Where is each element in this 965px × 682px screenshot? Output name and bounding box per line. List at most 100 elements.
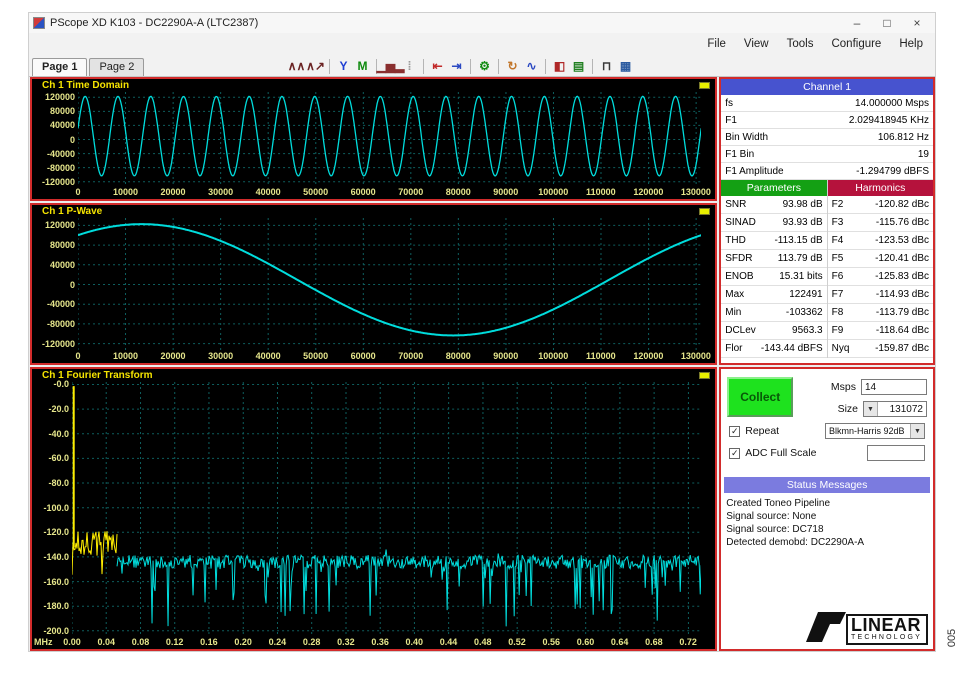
x-tick-label: 60000 xyxy=(350,187,376,197)
figure: PScope XD K103 - DC2290A-A (LTC2387) – □… xyxy=(0,0,965,682)
resync-icon[interactable]: ↻ xyxy=(503,57,522,75)
x-tick-label: 0.00 xyxy=(63,637,81,647)
y-tick-label: -180.0 xyxy=(43,601,69,612)
pulse-view-icon[interactable]: ⊓ xyxy=(597,57,616,75)
report-icon[interactable]: ▤ xyxy=(569,57,588,75)
row-label: fs xyxy=(725,97,734,109)
y-tick-label: 0 xyxy=(69,279,75,290)
window-type-select[interactable]: Blkmn-Harris 92dB ▼ xyxy=(825,423,925,439)
x-axis-labels: 0 10000 20000 30000 40000 50000 60000 70000 8000… xyxy=(75,187,710,199)
y-axis-labels: 120000 80000 40000 0 -40000 -80000 -120000 xyxy=(32,218,78,351)
x-axis-unit-label: MHz xyxy=(34,637,53,647)
histogram-icon[interactable]: ▁▅▂ xyxy=(377,57,405,75)
y-tick-label: -160.0 xyxy=(43,576,69,587)
msps-input[interactable] xyxy=(861,379,927,395)
x-tick-label: 0.68 xyxy=(645,637,663,647)
x-tick-label: 20000 xyxy=(160,351,186,361)
menu-file[interactable]: File xyxy=(707,38,726,50)
brand-technology: TECHNOLOGY xyxy=(850,634,922,641)
x-axis-labels: 0 10000 20000 30000 40000 50000 60000 70000 8000… xyxy=(75,351,710,363)
plot-title: Ch 1 P-Wave xyxy=(42,206,103,217)
tab-row: Page 1 Page 2 ∧∧ ∧↗ Y M ▁▅▂ ⁞ ⇤ ⇥ ⚙ ↻ ∿ ◧ ▤ ⊓ ▦ xyxy=(29,55,935,77)
y-tick-label: -40.0 xyxy=(48,428,69,439)
table-row: ENOB 15.31 bits xyxy=(721,268,827,286)
x-tick-label: 0.04 xyxy=(97,637,115,647)
spectrum-area[interactable] xyxy=(72,382,702,637)
tabs: Page 1 Page 2 xyxy=(32,58,146,76)
row-label: F8 xyxy=(831,307,844,318)
close-button[interactable]: × xyxy=(903,14,931,32)
x-tick-label: 0 xyxy=(75,187,81,197)
device-config-icon[interactable]: ◧ xyxy=(550,57,569,75)
x-tick-label: 0.16 xyxy=(200,637,218,647)
x-tick-label: 0.08 xyxy=(131,637,150,647)
adc-full-scale-checkbox[interactable]: ✓ xyxy=(729,447,741,459)
filter-icon[interactable]: ∿ xyxy=(522,57,541,75)
y-tick-label: 120000 xyxy=(44,92,75,103)
minimize-button[interactable]: – xyxy=(843,14,871,32)
tools-wrench-icon[interactable]: ⚙ xyxy=(475,57,494,75)
y-tick-label: -0.0 xyxy=(53,379,69,390)
row-value: 93.93 dB xyxy=(782,217,823,228)
x-tick-label: 100000 xyxy=(538,187,569,197)
row-label: F1 xyxy=(725,114,737,126)
chevron-down-icon[interactable]: ▼ xyxy=(910,424,924,438)
export-samples-icon[interactable]: ⇥ xyxy=(447,57,466,75)
import-samples-icon[interactable]: ⇤ xyxy=(428,57,447,75)
size-select[interactable]: ▼ 131072 xyxy=(863,401,927,417)
tab-page-1[interactable]: Page 1 xyxy=(32,58,88,76)
table-row: F1 Bin 19 xyxy=(721,146,933,163)
toolbar-separator xyxy=(545,58,546,74)
cursor-tool-icon[interactable]: ⁞ xyxy=(400,57,419,75)
x-tick-label: 80000 xyxy=(445,187,471,197)
harmonics-header: Harmonics xyxy=(827,180,934,196)
y-scale-icon[interactable]: Y xyxy=(334,57,353,75)
app-icon xyxy=(33,17,45,29)
x-tick-label: 30000 xyxy=(208,351,234,361)
waveform-area[interactable] xyxy=(78,92,702,187)
repeat-checkbox[interactable]: ✓ xyxy=(729,425,741,437)
menu-view[interactable]: View xyxy=(744,38,769,50)
snapshot-icon[interactable]: ▦ xyxy=(616,57,635,75)
parameters-table: SNR 93.98 dB SINAD 93.93 dB THD -113.15 dB SFD… xyxy=(721,196,827,358)
x-tick-label: 60000 xyxy=(350,351,376,361)
window-title: PScope XD K103 - DC2290A-A (LTC2387) xyxy=(50,17,259,29)
y-tick-label: -200.0 xyxy=(43,625,69,636)
x-tick-label: 130000 xyxy=(680,187,711,197)
status-line: Created Toneo Pipeline xyxy=(726,498,831,509)
menu-tools[interactable]: Tools xyxy=(787,38,814,50)
maximize-button[interactable]: □ xyxy=(873,14,901,32)
table-row: F1 Amplitude -1.294799 dBFS xyxy=(721,163,933,180)
row-value: -159.87 dBc xyxy=(875,343,930,354)
row-value: -118.64 dBc xyxy=(875,325,930,336)
collect-button[interactable]: Collect xyxy=(727,377,794,417)
row-label: F1 Amplitude xyxy=(725,165,784,177)
table-row: Max 122491 xyxy=(721,286,827,304)
window-controls: – □ × xyxy=(843,14,931,32)
tab-page-2[interactable]: Page 2 xyxy=(89,58,145,76)
waveform-area[interactable] xyxy=(78,218,702,351)
menu-configure[interactable]: Configure xyxy=(831,38,881,50)
parameters-header: Parameters xyxy=(721,180,827,196)
adc-full-scale-input[interactable] xyxy=(867,445,925,461)
average-icon[interactable]: M xyxy=(353,57,372,75)
row-label: F9 xyxy=(831,325,844,336)
msps-label: Msps xyxy=(830,381,856,393)
table-row: F7 -114.93 dBc xyxy=(827,286,934,304)
row-label: ENOB xyxy=(725,271,754,282)
plot-title: Ch 1 Time Domain xyxy=(42,80,130,91)
x-tick-label: 120000 xyxy=(633,187,664,197)
row-value: 14.000000 Msps xyxy=(855,97,929,109)
y-tick-label: -20.0 xyxy=(48,404,69,415)
x-tick-label: 130000 xyxy=(680,351,711,361)
y-tick-label: 120000 xyxy=(44,220,75,231)
row-label: SFDR xyxy=(725,253,753,264)
zoom-x-icon[interactable]: ∧∧ xyxy=(287,57,306,75)
row-label: Max xyxy=(725,289,745,300)
menu-help[interactable]: Help xyxy=(899,38,923,50)
zoom-y-icon[interactable]: ∧↗ xyxy=(306,57,325,75)
x-tick-label: 0.12 xyxy=(165,637,184,647)
chevron-down-icon[interactable]: ▼ xyxy=(864,402,878,416)
row-label: F2 xyxy=(831,199,844,210)
row-value: -113.15 dB xyxy=(774,235,823,246)
